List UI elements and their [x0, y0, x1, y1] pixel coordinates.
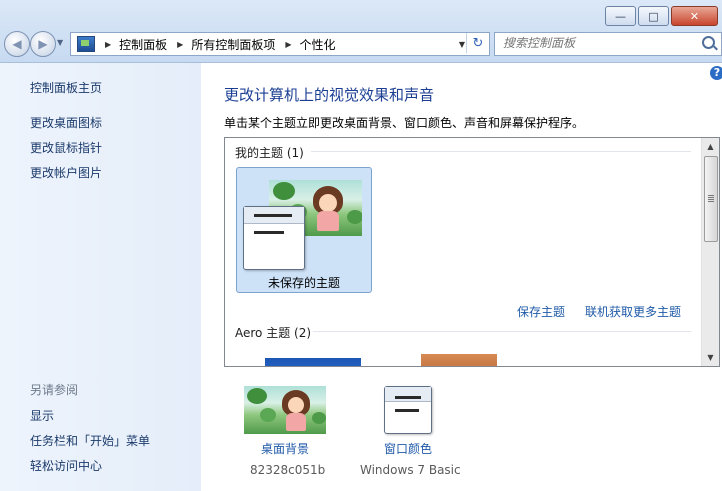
arrow-right-icon: ▶ — [38, 37, 48, 51]
task-pane: 控制面板主页 更改桌面图标 更改鼠标指针 更改帐户图片 另请参阅 显示 任务栏和… — [0, 63, 201, 491]
back-button[interactable]: ◀ — [4, 31, 30, 57]
theme-list-scrollbar[interactable]: ▲ ▼ — [701, 138, 719, 366]
title-bar: — □ ✕ ◀ ▶ ▼ ▶ 控制面板 ▶ 所有控制面板项 ▶ 个性化 ▼ ↻ — [0, 0, 722, 63]
change-desktop-icons-link[interactable]: 更改桌面图标 — [30, 114, 102, 131]
my-themes-group-label: 我的主题 (1) — [235, 146, 304, 160]
refresh-button[interactable]: ↻ — [466, 33, 489, 53]
control-panel-icon — [77, 36, 95, 52]
refresh-icon: ↻ — [472, 35, 484, 51]
arrow-left-icon: ◀ — [12, 37, 22, 51]
control-panel-home-link[interactable]: 控制面板主页 — [30, 79, 102, 96]
page-title: 更改计算机上的视觉效果和声音 — [224, 86, 435, 104]
change-account-picture-link[interactable]: 更改帐户图片 — [30, 164, 102, 181]
see-also-heading: 另请参阅 — [30, 383, 79, 397]
minimize-icon: — — [615, 9, 626, 23]
close-icon: ✕ — [689, 9, 700, 23]
breadcrumb-personalization[interactable]: 个性化 — [300, 36, 336, 53]
search-icon[interactable] — [702, 36, 715, 49]
change-mouse-pointers-link[interactable]: 更改鼠标指针 — [30, 139, 102, 156]
theme-name: 未保存的主题 — [267, 276, 340, 290]
group-divider — [311, 151, 691, 152]
theme-list[interactable]: 我的主题 (1) 未保存的主题 保存主题 联机获取更多主题 Aero 主题 (2… — [224, 137, 720, 367]
aero-themes-group-label: Aero 主题 (2) — [235, 326, 312, 340]
maximize-button[interactable]: □ — [638, 6, 669, 26]
close-button[interactable]: ✕ — [671, 6, 718, 26]
search-input[interactable] — [495, 33, 683, 53]
recent-pages-dropdown-icon[interactable]: ▼ — [57, 38, 63, 47]
theme-window-color-thumbnail — [243, 206, 305, 270]
scroll-up-icon[interactable]: ▲ — [702, 138, 719, 155]
page-description: 单击某个主题立即更改桌面背景、窗口颜色、声音和屏幕保护程序。 — [224, 116, 585, 130]
unsaved-theme-item[interactable]: 未保存的主题 — [236, 167, 372, 293]
maximize-icon: □ — [648, 9, 659, 23]
forward-button[interactable]: ▶ — [30, 31, 56, 57]
ease-of-access-link[interactable]: 轻松访问中心 — [30, 457, 102, 474]
minimize-button[interactable]: — — [605, 6, 636, 26]
aero-theme-thumbnail[interactable] — [421, 354, 497, 366]
window-color-value: Windows 7 Basic — [360, 463, 461, 477]
desktop-background-link[interactable]: 桌面背景 — [261, 440, 309, 457]
taskbar-start-menu-link[interactable]: 任务栏和「开始」菜单 — [30, 432, 150, 449]
breadcrumb-separator-icon[interactable]: ▶ — [285, 40, 291, 49]
breadcrumb-separator-icon[interactable]: ▶ — [177, 40, 183, 49]
desktop-background-thumbnail[interactable] — [244, 386, 326, 434]
breadcrumb-separator-icon[interactable]: ▶ — [105, 40, 111, 49]
breadcrumb-all-items[interactable]: 所有控制面板项 — [191, 36, 275, 53]
address-bar[interactable]: ▶ 控制面板 ▶ 所有控制面板项 ▶ 个性化 ▼ ↻ — [70, 32, 490, 56]
caption-buttons: — □ ✕ — [605, 6, 718, 26]
display-link[interactable]: 显示 — [30, 407, 54, 424]
save-theme-link[interactable]: 保存主题 — [517, 303, 565, 320]
get-more-themes-link[interactable]: 联机获取更多主题 — [585, 303, 681, 320]
search-box[interactable] — [494, 32, 722, 56]
group-divider — [313, 331, 691, 332]
aero-theme-thumbnail[interactable] — [265, 358, 361, 366]
breadcrumb-control-panel[interactable]: 控制面板 — [119, 36, 167, 53]
scroll-down-icon[interactable]: ▼ — [702, 349, 719, 366]
scroll-thumb[interactable] — [704, 156, 718, 242]
window-color-link[interactable]: 窗口颜色 — [384, 440, 432, 457]
desktop-background-value: 82328c051b — [250, 463, 326, 477]
help-icon[interactable]: ? — [710, 66, 722, 80]
address-dropdown-icon[interactable]: ▼ — [459, 40, 465, 49]
window-color-thumbnail[interactable] — [384, 386, 432, 434]
